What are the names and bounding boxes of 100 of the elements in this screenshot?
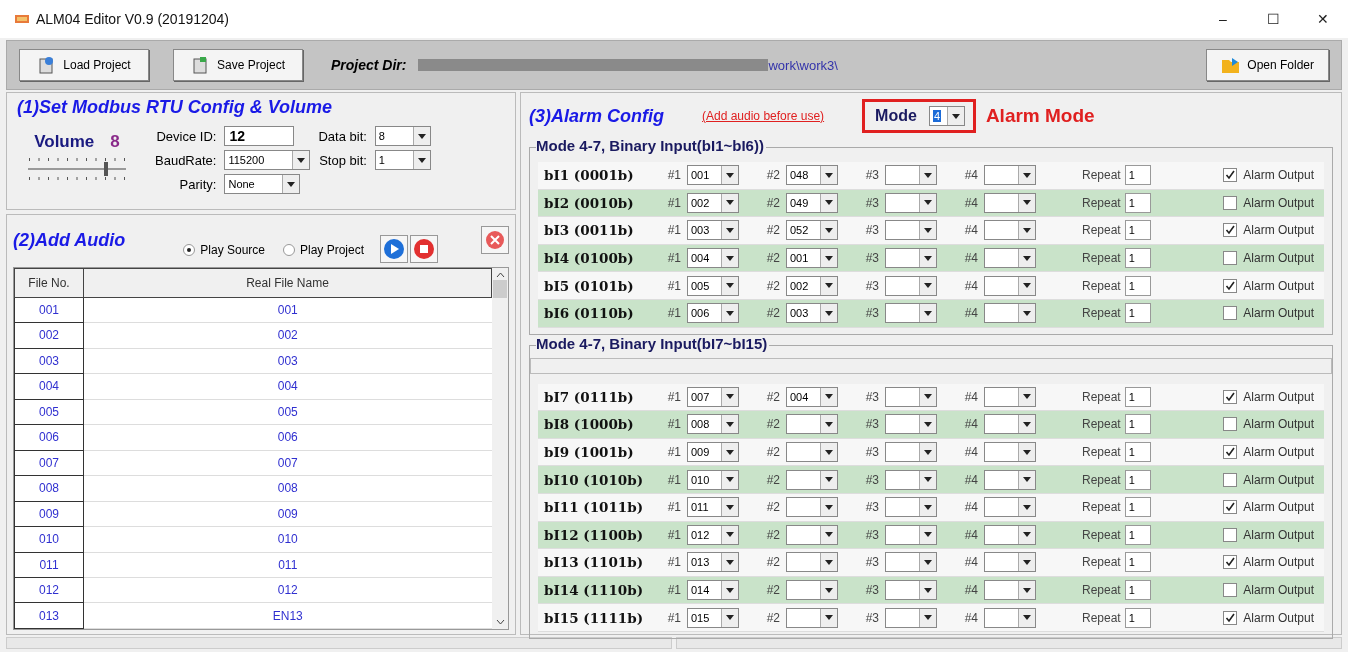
dropdown[interactable]: 048 [786, 165, 838, 186]
dropdown[interactable]: 004 [687, 248, 739, 269]
close-button[interactable]: ✕ [1298, 10, 1348, 28]
alarm-output-checkbox[interactable]: Alarm Output [1223, 555, 1314, 570]
repeat-field[interactable]: 1 [1124, 386, 1151, 407]
dropdown[interactable]: 049 [786, 192, 838, 213]
dropdown[interactable]: 006 [687, 303, 739, 324]
dropdown[interactable] [885, 248, 937, 269]
dropdown[interactable] [885, 580, 937, 600]
alarm-output-checkbox[interactable]: Alarm Output [1223, 527, 1314, 542]
dropdown[interactable]: 001 [786, 248, 838, 269]
repeat-field[interactable]: 1 [1124, 220, 1151, 241]
dropdown[interactable]: 010 [687, 469, 739, 490]
dropdown[interactable]: 002 [687, 192, 739, 213]
dropdown[interactable] [885, 552, 937, 573]
dropdown[interactable] [786, 442, 838, 463]
dropdown[interactable] [786, 469, 838, 490]
alarm-output-checkbox[interactable]: Alarm Output [1223, 168, 1314, 183]
dropdown[interactable] [984, 414, 1036, 435]
dropdown[interactable] [984, 248, 1036, 269]
dropdown[interactable] [786, 497, 838, 518]
dropdown[interactable] [984, 220, 1036, 241]
repeat-field[interactable]: 1 [1124, 497, 1151, 518]
dropdown[interactable] [885, 386, 937, 407]
dropdown[interactable]: None [224, 174, 301, 194]
repeat-field[interactable]: 1 [1124, 469, 1151, 490]
dropdown[interactable] [984, 552, 1036, 573]
repeat-field[interactable]: 1 [1124, 303, 1151, 324]
dropdown[interactable] [984, 386, 1036, 407]
radio-option[interactable]: Play Source [183, 243, 265, 257]
dropdown[interactable] [786, 552, 838, 573]
alarm-output-checkbox[interactable]: Alarm Output [1223, 417, 1314, 432]
dropdown[interactable] [885, 275, 937, 296]
dropdown[interactable] [885, 220, 937, 241]
radio-option[interactable]: Play Project [283, 243, 365, 257]
alarm-output-checkbox[interactable]: Alarm Output [1223, 195, 1314, 210]
dropdown[interactable] [885, 497, 937, 518]
repeat-field[interactable]: 1 [1124, 442, 1151, 463]
dropdown[interactable]: 012 [687, 524, 739, 545]
alarm-output-checkbox[interactable]: Alarm Output [1223, 306, 1314, 321]
alarm-output-checkbox[interactable]: Alarm Output [1223, 610, 1314, 625]
dropdown[interactable] [786, 414, 838, 435]
dropdown[interactable] [885, 607, 937, 628]
dropdown[interactable] [984, 524, 1036, 545]
play-button[interactable] [380, 235, 409, 263]
repeat-field[interactable]: 1 [1124, 248, 1151, 269]
dropdown[interactable]: 003 [687, 220, 739, 241]
device-id-field[interactable]: 12 [224, 126, 295, 146]
alarm-output-checkbox[interactable]: Alarm Output [1223, 500, 1314, 515]
repeat-field[interactable]: 1 [1124, 275, 1151, 296]
dropdown[interactable]: 005 [687, 275, 739, 296]
repeat-field[interactable]: 1 [1124, 414, 1151, 435]
minimize-button[interactable]: – [1198, 10, 1248, 28]
dropdown[interactable] [984, 469, 1036, 490]
alarm-output-checkbox[interactable]: Alarm Output [1223, 583, 1314, 597]
repeat-field[interactable]: 1 [1124, 165, 1151, 186]
mode-dropdown[interactable]: 4 [928, 106, 965, 126]
dropdown[interactable] [984, 275, 1036, 296]
dropdown[interactable]: 008 [687, 414, 739, 435]
dropdown[interactable]: 001 [687, 165, 739, 186]
save-project-button[interactable]: Save Project [173, 49, 303, 81]
dropdown[interactable] [984, 607, 1036, 628]
dropdown[interactable]: 8 [374, 126, 431, 146]
dropdown[interactable] [885, 524, 937, 545]
alarm-output-checkbox[interactable]: Alarm Output [1223, 278, 1314, 293]
dropdown[interactable] [984, 497, 1036, 518]
dropdown[interactable]: 013 [687, 552, 739, 573]
repeat-field[interactable]: 1 [1124, 580, 1151, 600]
dropdown[interactable]: 052 [786, 220, 838, 241]
dropdown[interactable]: 007 [687, 386, 739, 407]
dropdown[interactable] [984, 165, 1036, 186]
dropdown[interactable]: 009 [687, 442, 739, 463]
maximize-button[interactable]: ☐ [1248, 10, 1298, 28]
dropdown[interactable] [984, 192, 1036, 213]
dropdown[interactable] [984, 303, 1036, 324]
alarm-output-checkbox[interactable]: Alarm Output [1223, 251, 1314, 266]
dropdown[interactable]: 003 [786, 303, 838, 324]
load-project-button[interactable]: Load Project [19, 49, 149, 81]
dropdown[interactable] [984, 580, 1036, 600]
dropdown[interactable] [885, 442, 937, 463]
dropdown[interactable] [885, 469, 937, 490]
alarm-output-checkbox[interactable]: Alarm Output [1223, 445, 1314, 460]
repeat-field[interactable]: 1 [1124, 607, 1151, 628]
stop-button[interactable] [410, 235, 439, 263]
dropdown[interactable] [984, 442, 1036, 463]
volume-slider[interactable] [28, 158, 126, 180]
dropdown[interactable]: 004 [786, 386, 838, 407]
alarm-output-checkbox[interactable]: Alarm Output [1223, 389, 1314, 404]
alarm-output-checkbox[interactable]: Alarm Output [1223, 223, 1314, 238]
dropdown[interactable] [786, 580, 838, 600]
dropdown[interactable] [885, 165, 937, 186]
dropdown[interactable]: 115200 [224, 150, 311, 170]
scrollbar[interactable] [492, 268, 508, 629]
delete-button[interactable] [481, 226, 509, 254]
scroll-thumb[interactable] [493, 280, 507, 298]
dropdown[interactable] [885, 414, 937, 435]
dropdown[interactable] [885, 303, 937, 324]
dropdown[interactable]: 014 [687, 580, 739, 600]
repeat-field[interactable]: 1 [1124, 524, 1151, 545]
dropdown[interactable]: 1 [374, 150, 431, 170]
